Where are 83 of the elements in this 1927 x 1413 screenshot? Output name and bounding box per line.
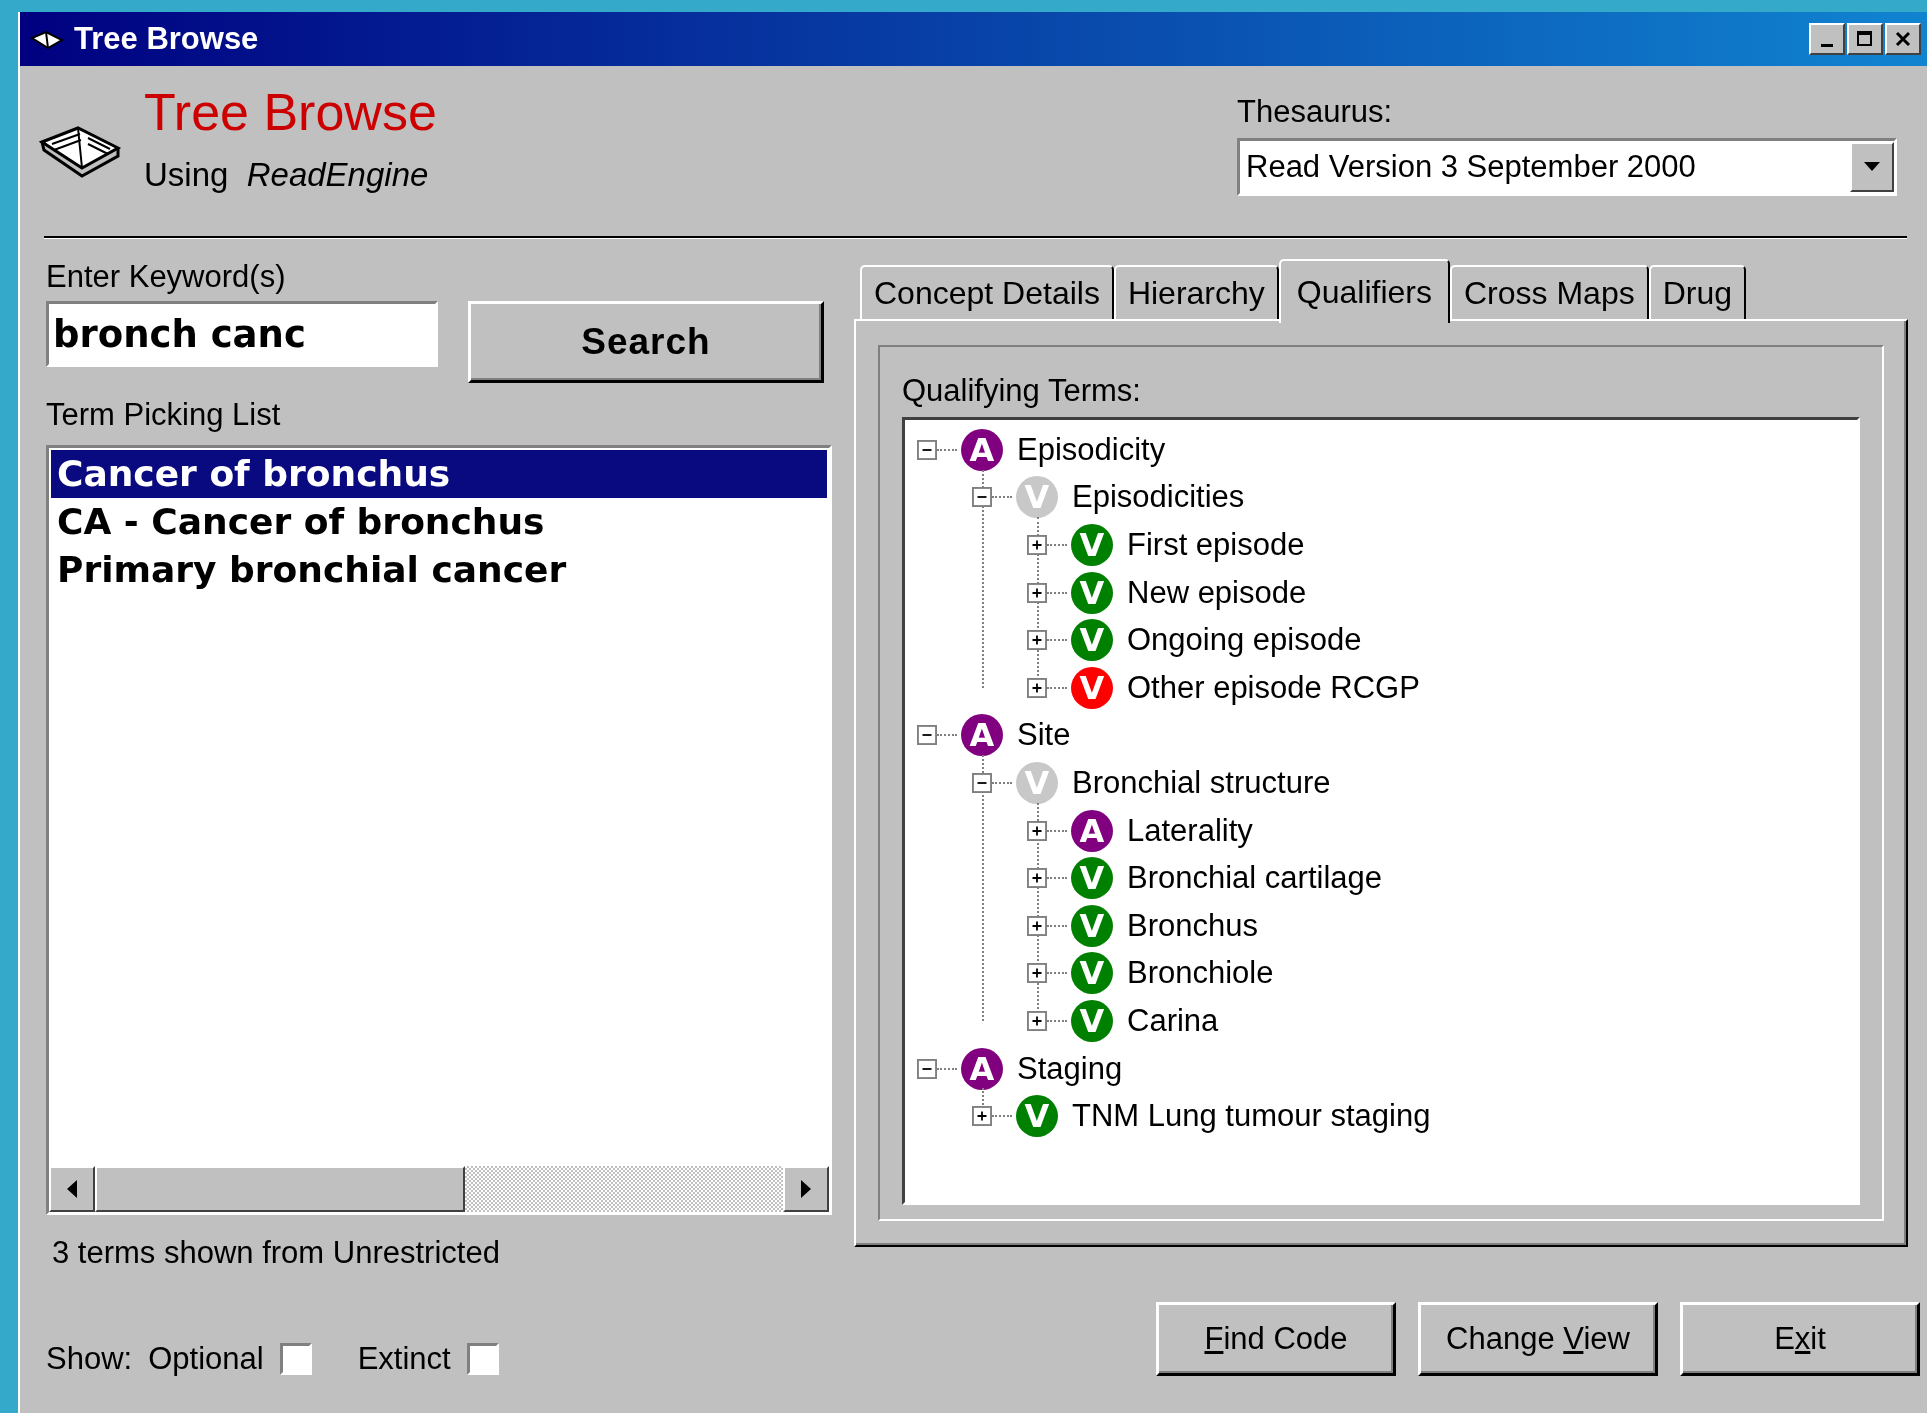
expand-toggle-icon[interactable] [972,1106,992,1127]
checkbox[interactable] [279,1343,312,1375]
tab[interactable]: Qualifiers [1278,259,1450,323]
badge-icon: A [961,428,1003,471]
close-icon [1894,30,1912,48]
expand-toggle-icon[interactable] [1027,535,1047,555]
tree-item[interactable]: Bronchial structure [1072,764,1331,801]
expand-toggle-icon[interactable] [1027,963,1047,984]
tree-item[interactable]: Bronchus [1127,907,1258,944]
subtitle: Using ReadEngine [144,156,430,194]
list-item[interactable]: Primary bronchial cancer [51,546,827,594]
keyword-label: Enter Keyword(s) [46,259,287,295]
left-arrow-icon [66,1180,78,1198]
expand-toggle-icon[interactable] [1027,582,1047,603]
scroll-left-button[interactable] [49,1166,95,1212]
tree-item[interactable]: TNM Lung tumour staging [1072,1098,1431,1135]
tab[interactable]: Drug [1648,265,1747,319]
list-label: Term Picking List [46,397,282,433]
show-label: Show: [46,1341,133,1377]
tree-item[interactable]: First episode [1127,527,1305,563]
tree-item[interactable]: New episode [1127,574,1307,611]
close-button[interactable] [1885,23,1921,55]
badge-icon: V [1071,666,1113,709]
search-button[interactable]: Search [468,301,824,383]
badge-icon: V [1071,999,1113,1042]
scroll-right-button[interactable] [783,1166,829,1212]
dropdown-arrow-icon [1864,162,1880,172]
list-item[interactable]: Cancer of bronchus [51,450,827,498]
collapse-toggle-icon[interactable] [972,772,992,793]
checkbox-label: Extinct [357,1341,451,1377]
keyword-field[interactable]: bronch canc [46,301,438,367]
horizontal-scrollbar[interactable] [49,1166,829,1212]
tab[interactable]: Cross Maps [1449,265,1649,319]
maximize-button[interactable] [1847,23,1883,55]
collapse-toggle-icon[interactable] [917,725,937,746]
collapse-toggle-icon[interactable] [917,1058,937,1079]
expand-toggle-icon[interactable] [1027,868,1047,889]
book-icon [30,28,64,50]
tree-item[interactable]: Ongoing episode [1127,622,1362,659]
tree-item[interactable]: Episodicity [1017,431,1166,468]
dialog-button[interactable]: Change View [1418,1302,1658,1376]
tree-item[interactable]: Other episode RCGP [1127,669,1420,706]
window-title: Tree Browse [74,21,260,57]
tree-label: Qualifying Terms: [902,373,1142,409]
badge-icon: V [1071,571,1113,614]
collapse-toggle-icon[interactable] [972,487,992,508]
badge-icon: A [1071,809,1113,852]
tree-item[interactable]: Staging [1017,1050,1123,1087]
collapse-toggle-icon[interactable] [917,439,937,460]
app-title: Tree Browse [144,86,437,138]
badge-icon: A [961,714,1003,757]
thesaurus-dropdown[interactable]: Read Version 3 September 2000 [1237,138,1897,196]
badge-icon: V [1071,619,1113,662]
badge-icon: A [961,1047,1003,1090]
minimize-icon [1821,43,1833,47]
tree-item[interactable]: Episodicities [1072,479,1245,516]
expand-toggle-icon[interactable] [1027,820,1047,841]
checkbox[interactable] [466,1343,499,1375]
tab[interactable]: Concept Details [860,265,1114,319]
minimize-button[interactable] [1809,23,1845,55]
expand-toggle-icon[interactable] [1027,1010,1047,1031]
list-item[interactable]: CA - Cancer of bronchus [51,498,827,546]
status-text: 3 terms shown from Unrestricted [51,1235,501,1271]
maximize-icon [1856,30,1874,48]
badge-icon: V [1016,1095,1058,1138]
expand-toggle-icon[interactable] [1027,630,1047,651]
badge-icon: V [1071,904,1113,947]
tree-item[interactable]: Site [1017,717,1071,754]
expand-toggle-icon[interactable] [1027,915,1047,936]
tree-item[interactable]: Carina [1127,1002,1219,1039]
thesaurus-label: Thesaurus: [1237,94,1394,130]
tree-item[interactable]: Bronchiole [1127,955,1274,992]
tree-item[interactable]: Laterality [1127,812,1253,849]
right-arrow-icon [800,1180,812,1198]
dialog-button[interactable]: Find Code [1156,1302,1396,1376]
badge-icon: V [1071,857,1113,900]
tree-item[interactable]: Bronchial cartilage [1127,860,1383,897]
badge-icon: V [1071,524,1113,566]
expand-toggle-icon[interactable] [1027,677,1047,698]
badge-icon: V [1071,952,1113,995]
dialog-button[interactable]: Exit [1680,1302,1920,1376]
checkbox-label: Optional [148,1341,264,1377]
tab[interactable]: Hierarchy [1113,265,1279,319]
